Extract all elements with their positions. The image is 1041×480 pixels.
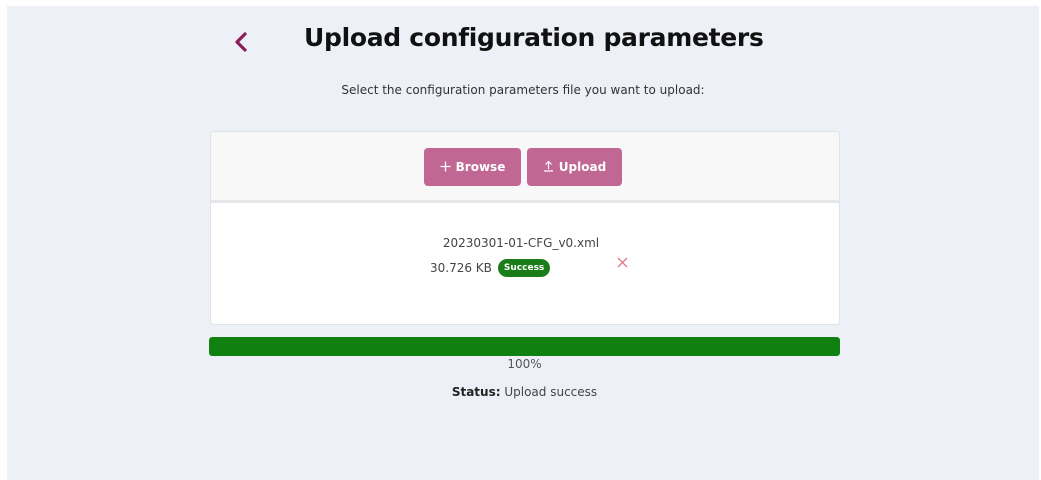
- progress-fill: [209, 337, 840, 356]
- file-name: 20230301-01-CFG_v0.xml: [442, 236, 600, 250]
- browse-button-label: Browse: [455, 160, 506, 174]
- upload-card: Browse Upload 20230301-01-CFG_v0.xml 30.…: [210, 131, 840, 325]
- upload-button[interactable]: Upload: [527, 148, 622, 186]
- status-line: Status: Upload success: [209, 385, 840, 399]
- instruction-text: Select the configuration parameters file…: [341, 83, 705, 97]
- file-size: 30.726 KB: [430, 261, 492, 275]
- upload-button-label: Upload: [558, 160, 607, 174]
- browse-button[interactable]: Browse: [424, 148, 521, 186]
- back-button[interactable]: [226, 27, 256, 57]
- close-icon: [617, 257, 627, 267]
- status-value: Upload success: [504, 385, 598, 399]
- file-meta: 30.726 KB Success: [430, 259, 551, 277]
- page: Upload configuration parameters Select t…: [7, 6, 1039, 480]
- status-key: Status:: [451, 385, 501, 399]
- status-badge: Success: [497, 259, 551, 277]
- upload-icon: [543, 160, 554, 174]
- plus-icon: [440, 161, 451, 174]
- remove-file-button[interactable]: [614, 254, 630, 270]
- page-title: Upload configuration parameters: [304, 23, 764, 52]
- progress-bar: [209, 337, 840, 356]
- chevron-left-icon: [235, 32, 247, 52]
- upload-toolbar: Browse Upload: [211, 132, 839, 203]
- progress-label: 100%: [507, 357, 542, 371]
